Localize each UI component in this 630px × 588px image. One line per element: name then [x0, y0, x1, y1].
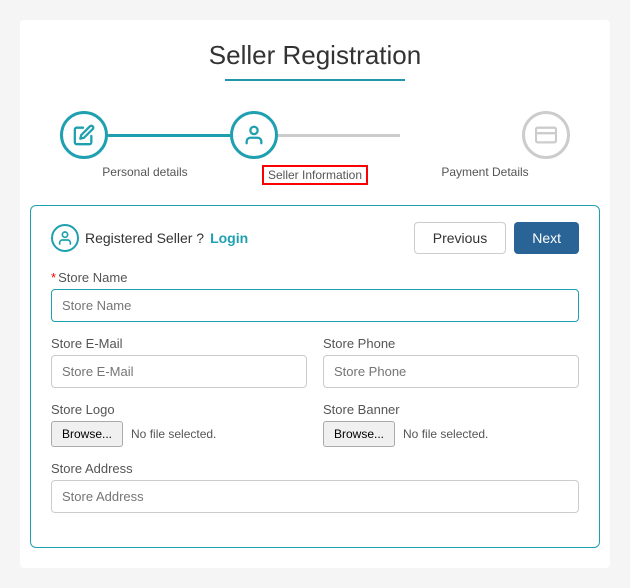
registered-seller-icon-circle — [51, 224, 79, 252]
steps-container: Personal details Seller Information — [20, 101, 610, 205]
store-address-input[interactable] — [51, 480, 579, 513]
step-label-seller: Seller Information — [262, 165, 368, 185]
store-banner-label: Store Banner — [323, 402, 579, 417]
logo-banner-row: Store Logo Browse... No file selected. S… — [51, 402, 579, 447]
step-circle-payment — [522, 111, 570, 159]
previous-button[interactable]: Previous — [414, 222, 506, 254]
step-personal-details: Personal details — [60, 111, 230, 179]
header-buttons: Previous Next — [414, 222, 579, 254]
card-header: Registered Seller ? Login Previous Next — [51, 222, 579, 254]
store-banner-browse-button[interactable]: Browse... — [323, 421, 395, 447]
required-star: * — [51, 270, 56, 285]
seller-info-highlight: Seller Information — [262, 165, 368, 185]
person-icon — [243, 124, 265, 146]
edit-icon — [73, 124, 95, 146]
connector-2 — [278, 134, 400, 137]
registered-seller-text: Registered Seller ? — [85, 230, 204, 246]
store-logo-file: Browse... No file selected. — [51, 421, 307, 447]
step-payment-details: Payment Details — [400, 111, 570, 179]
store-banner-field: Store Banner Browse... No file selected. — [323, 402, 579, 447]
page-title: Seller Registration — [20, 20, 610, 79]
store-banner-no-file: No file selected. — [403, 427, 488, 441]
store-logo-field: Store Logo Browse... No file selected. — [51, 402, 307, 447]
store-name-label: *Store Name — [51, 270, 579, 285]
store-address-label: Store Address — [51, 461, 579, 476]
form-card: Registered Seller ? Login Previous Next … — [30, 205, 600, 548]
store-phone-label: Store Phone — [323, 336, 579, 351]
store-address-field: Store Address — [51, 461, 579, 513]
store-name-field: *Store Name — [51, 270, 579, 322]
step-circle-personal — [60, 111, 108, 159]
store-email-field: Store E-Mail — [51, 336, 307, 388]
page-container: Seller Registration Personal details — [20, 20, 610, 568]
store-email-input[interactable] — [51, 355, 307, 388]
store-logo-label: Store Logo — [51, 402, 307, 417]
email-phone-row: Store E-Mail Store Phone — [51, 336, 579, 388]
store-name-input[interactable] — [51, 289, 579, 322]
connector-1 — [108, 134, 230, 137]
step-label-personal: Personal details — [102, 165, 187, 179]
credit-card-icon — [535, 124, 557, 146]
step-label-payment: Payment Details — [441, 165, 528, 179]
store-email-label: Store E-Mail — [51, 336, 307, 351]
store-logo-no-file: No file selected. — [131, 427, 216, 441]
step-seller-information: Seller Information — [230, 111, 400, 185]
store-logo-browse-button[interactable]: Browse... — [51, 421, 123, 447]
step-circle-seller — [230, 111, 278, 159]
store-phone-field: Store Phone — [323, 336, 579, 388]
title-underline — [225, 79, 405, 81]
registered-seller-section: Registered Seller ? Login — [51, 224, 248, 252]
store-phone-input[interactable] — [323, 355, 579, 388]
store-banner-file: Browse... No file selected. — [323, 421, 579, 447]
next-button[interactable]: Next — [514, 222, 579, 254]
registered-seller-person-icon — [57, 230, 73, 246]
login-link[interactable]: Login — [210, 230, 248, 246]
